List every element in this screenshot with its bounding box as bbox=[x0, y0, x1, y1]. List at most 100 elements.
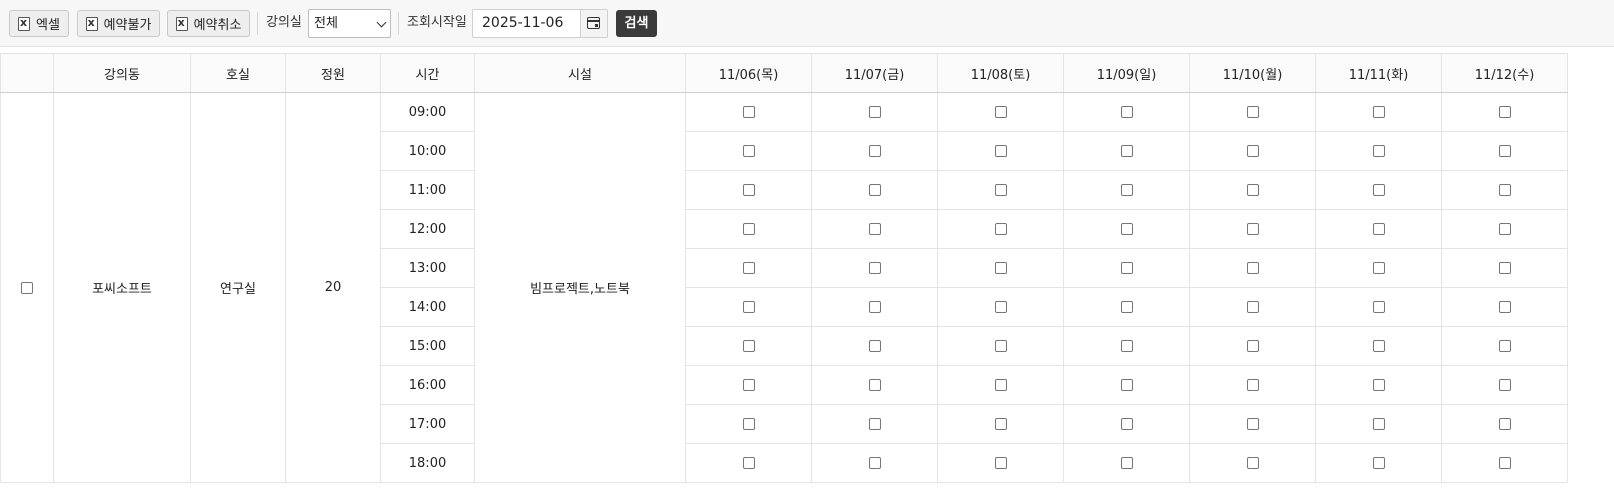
slot-checkbox[interactable] bbox=[1498, 223, 1511, 235]
slot-checkbox[interactable] bbox=[1120, 262, 1133, 274]
slot-cell[interactable] bbox=[1063, 404, 1190, 444]
slot-cell[interactable] bbox=[685, 209, 812, 249]
row-checkbox[interactable] bbox=[21, 281, 33, 294]
slot-cell[interactable] bbox=[1189, 170, 1316, 210]
slot-checkbox[interactable] bbox=[1498, 262, 1511, 274]
slot-checkbox[interactable] bbox=[1498, 457, 1511, 469]
slot-checkbox[interactable] bbox=[1498, 106, 1511, 118]
slot-cell[interactable] bbox=[1441, 287, 1568, 327]
slot-cell[interactable] bbox=[1441, 365, 1568, 405]
slot-cell[interactable] bbox=[1063, 365, 1190, 405]
slot-checkbox[interactable] bbox=[1120, 184, 1133, 196]
slot-cell[interactable] bbox=[1189, 287, 1316, 327]
slot-checkbox[interactable] bbox=[742, 418, 755, 430]
slot-checkbox[interactable] bbox=[1246, 418, 1259, 430]
slot-checkbox[interactable] bbox=[742, 340, 755, 352]
slot-checkbox[interactable] bbox=[1372, 145, 1385, 157]
slot-checkbox[interactable] bbox=[1120, 379, 1133, 391]
slot-checkbox[interactable] bbox=[868, 262, 881, 274]
slot-checkbox[interactable] bbox=[1498, 301, 1511, 313]
slot-checkbox[interactable] bbox=[1246, 379, 1259, 391]
slot-checkbox[interactable] bbox=[742, 262, 755, 274]
slot-cell[interactable] bbox=[1189, 404, 1316, 444]
slot-checkbox[interactable] bbox=[1372, 262, 1385, 274]
slot-cell[interactable] bbox=[1315, 248, 1442, 288]
slot-cell[interactable] bbox=[1063, 209, 1190, 249]
slot-cell[interactable] bbox=[1441, 326, 1568, 366]
slot-checkbox[interactable] bbox=[1120, 457, 1133, 469]
slot-cell[interactable] bbox=[1441, 131, 1568, 171]
slot-checkbox[interactable] bbox=[994, 106, 1007, 118]
slot-cell[interactable] bbox=[685, 131, 812, 171]
slot-cell[interactable] bbox=[1063, 131, 1190, 171]
slot-cell[interactable] bbox=[811, 287, 938, 327]
slot-cell[interactable] bbox=[937, 404, 1064, 444]
slot-checkbox[interactable] bbox=[868, 379, 881, 391]
start-date-input[interactable]: 2025-11-06 bbox=[472, 9, 608, 38]
slot-cell[interactable] bbox=[937, 326, 1064, 366]
slot-cell[interactable] bbox=[1063, 170, 1190, 210]
slot-cell[interactable] bbox=[937, 248, 1064, 288]
slot-checkbox[interactable] bbox=[1372, 340, 1385, 352]
slot-cell[interactable] bbox=[811, 443, 938, 483]
slot-cell[interactable] bbox=[811, 170, 938, 210]
slot-cell[interactable] bbox=[937, 92, 1064, 132]
slot-cell[interactable] bbox=[1063, 287, 1190, 327]
slot-cell[interactable] bbox=[811, 248, 938, 288]
slot-cell[interactable] bbox=[937, 287, 1064, 327]
slot-checkbox[interactable] bbox=[742, 106, 755, 118]
slot-checkbox[interactable] bbox=[1246, 106, 1259, 118]
slot-checkbox[interactable] bbox=[742, 145, 755, 157]
slot-cell[interactable] bbox=[1441, 92, 1568, 132]
slot-cell[interactable] bbox=[685, 170, 812, 210]
slot-checkbox[interactable] bbox=[868, 418, 881, 430]
slot-checkbox[interactable] bbox=[1120, 106, 1133, 118]
slot-checkbox[interactable] bbox=[994, 457, 1007, 469]
slot-cell[interactable] bbox=[1063, 443, 1190, 483]
slot-cell[interactable] bbox=[1315, 209, 1442, 249]
slot-cell[interactable] bbox=[811, 326, 938, 366]
search-button[interactable]: 검색 bbox=[616, 10, 657, 37]
unavailable-button[interactable]: 예약불가 bbox=[77, 10, 160, 37]
slot-checkbox[interactable] bbox=[1372, 457, 1385, 469]
slot-checkbox[interactable] bbox=[994, 379, 1007, 391]
slot-checkbox[interactable] bbox=[1372, 223, 1385, 235]
slot-cell[interactable] bbox=[1441, 170, 1568, 210]
slot-cell[interactable] bbox=[937, 131, 1064, 171]
slot-checkbox[interactable] bbox=[868, 301, 881, 313]
slot-cell[interactable] bbox=[1189, 326, 1316, 366]
slot-checkbox[interactable] bbox=[1246, 340, 1259, 352]
slot-cell[interactable] bbox=[1189, 443, 1316, 483]
slot-cell[interactable] bbox=[1315, 365, 1442, 405]
slot-cell[interactable] bbox=[811, 209, 938, 249]
slot-checkbox[interactable] bbox=[868, 145, 881, 157]
slot-checkbox[interactable] bbox=[1120, 418, 1133, 430]
slot-checkbox[interactable] bbox=[868, 457, 881, 469]
slot-cell[interactable] bbox=[937, 443, 1064, 483]
slot-cell[interactable] bbox=[1441, 404, 1568, 444]
slot-cell[interactable] bbox=[1189, 131, 1316, 171]
slot-checkbox[interactable] bbox=[742, 184, 755, 196]
slot-cell[interactable] bbox=[685, 248, 812, 288]
slot-cell[interactable] bbox=[1315, 170, 1442, 210]
slot-checkbox[interactable] bbox=[1246, 262, 1259, 274]
slot-cell[interactable] bbox=[1315, 131, 1442, 171]
slot-cell[interactable] bbox=[1441, 248, 1568, 288]
slot-checkbox[interactable] bbox=[1498, 418, 1511, 430]
slot-checkbox[interactable] bbox=[742, 223, 755, 235]
slot-checkbox[interactable] bbox=[1498, 340, 1511, 352]
slot-checkbox[interactable] bbox=[1498, 184, 1511, 196]
slot-cell[interactable] bbox=[811, 92, 938, 132]
slot-cell[interactable] bbox=[1441, 443, 1568, 483]
slot-checkbox[interactable] bbox=[1120, 223, 1133, 235]
slot-checkbox[interactable] bbox=[1120, 301, 1133, 313]
slot-cell[interactable] bbox=[1189, 209, 1316, 249]
slot-cell[interactable] bbox=[811, 404, 938, 444]
slot-cell[interactable] bbox=[937, 170, 1064, 210]
slot-cell[interactable] bbox=[1189, 248, 1316, 288]
slot-checkbox[interactable] bbox=[994, 262, 1007, 274]
row-select-cell[interactable] bbox=[0, 92, 54, 483]
slot-cell[interactable] bbox=[1315, 404, 1442, 444]
slot-checkbox[interactable] bbox=[1246, 223, 1259, 235]
slot-cell[interactable] bbox=[1441, 209, 1568, 249]
